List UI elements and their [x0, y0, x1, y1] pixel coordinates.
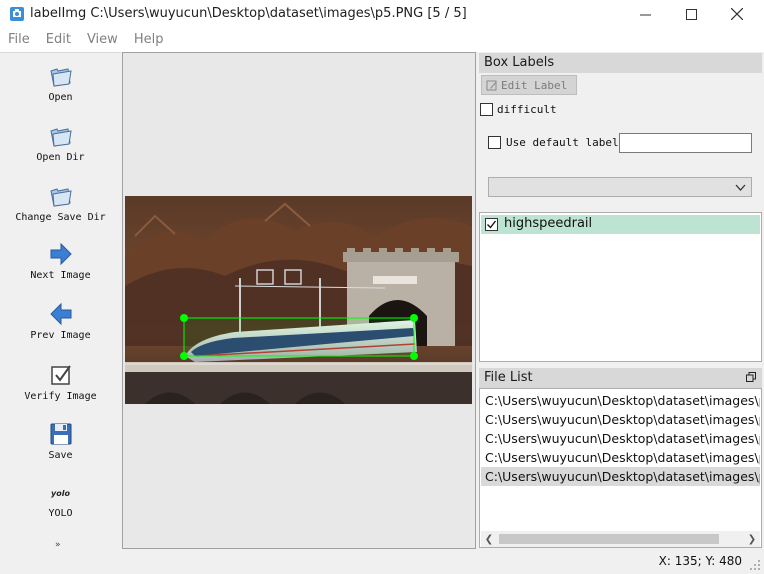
verify-image-label: Verify Image — [24, 391, 97, 402]
annotated-image[interactable] — [125, 196, 472, 404]
file-list-item[interactable]: C:\Users\wuyucun\Desktop\dataset\images\… — [481, 410, 760, 429]
prev-image-button[interactable]: Prev Image — [0, 301, 121, 341]
box-labels-title: Box Labels — [484, 55, 555, 70]
arrow-left-icon — [49, 302, 71, 326]
file-list-title: File List — [484, 370, 533, 385]
folder-open-icon — [49, 188, 72, 207]
menu-edit[interactable]: Edit — [38, 28, 79, 52]
cursor-coordinates: X: 135; Y: 480 — [658, 554, 742, 568]
verify-image-button[interactable]: Verify Image — [0, 362, 121, 402]
image-canvas[interactable] — [122, 52, 476, 549]
scroll-right-icon[interactable]: ❯ — [745, 532, 759, 546]
file-list-item[interactable]: C:\Users\wuyucun\Desktop\dataset\images\… — [481, 391, 760, 410]
label-list[interactable]: highspeedrail — [479, 212, 762, 362]
label-visibility-checkbox[interactable] — [485, 218, 498, 231]
difficult-checkbox[interactable] — [480, 103, 493, 116]
default-label-input[interactable] — [619, 133, 752, 153]
file-list[interactable]: C:\Users\wuyucun\Desktop\dataset\images\… — [479, 388, 762, 548]
yolo-label: YOLO — [48, 508, 73, 519]
open-dir-label: Open Dir — [36, 152, 85, 163]
file-list-item-selected[interactable]: C:\Users\wuyucun\Desktop\dataset\images\… — [481, 467, 760, 486]
labelimg-app-icon — [10, 7, 24, 21]
pencil-icon — [486, 80, 497, 91]
train-photo — [125, 196, 472, 404]
menu-view[interactable]: View — [79, 28, 126, 52]
open-dir-button[interactable]: Open Dir — [0, 123, 121, 163]
label-list-item[interactable]: highspeedrail — [481, 215, 760, 234]
next-image-label: Next Image — [30, 270, 91, 281]
resize-grip-icon[interactable] — [749, 559, 761, 571]
difficult-label: difficult — [497, 103, 557, 116]
open-button[interactable]: Open — [0, 63, 121, 103]
title-bar: labelImg C:\Users\wuyucun\Desktop\datase… — [0, 0, 764, 28]
label-list-item-text: highspeedrail — [504, 216, 593, 231]
arrow-right-icon — [50, 242, 72, 266]
save-label: Save — [48, 450, 73, 461]
open-label: Open — [48, 92, 73, 103]
menu-bar: File Edit View Help — [0, 28, 764, 52]
label-combo-box[interactable] — [488, 177, 752, 197]
checkmark-icon — [487, 220, 497, 229]
maximize-button[interactable] — [668, 0, 714, 28]
maximize-icon — [685, 8, 697, 20]
menu-help[interactable]: Help — [126, 28, 172, 52]
checkbox-icon — [50, 365, 71, 385]
folder-open-icon — [49, 68, 72, 87]
prev-image-label: Prev Image — [30, 330, 91, 341]
left-toolbar: Open Open Dir Change Save Dir Next Image… — [0, 52, 121, 550]
yolo-format-button[interactable]: yolo YOLO — [0, 485, 121, 519]
folder-open-icon — [49, 128, 72, 147]
file-list-item[interactable]: C:\Users\wuyucun\Desktop\dataset\images\… — [481, 429, 760, 448]
use-default-label-label: Use default label — [506, 136, 619, 149]
box-labels-dock-title: Box Labels — [479, 53, 762, 73]
floppy-disk-icon — [50, 423, 71, 445]
close-button[interactable] — [714, 0, 760, 28]
edit-label-text: Edit Label — [501, 78, 568, 92]
change-save-dir-label: Change Save Dir — [15, 212, 106, 223]
chevron-down-icon — [735, 184, 746, 191]
file-list-dock-title: File List — [479, 368, 762, 388]
next-image-button[interactable]: Next Image — [0, 241, 121, 281]
file-list-item[interactable]: C:\Users\wuyucun\Desktop\dataset\images\… — [481, 448, 760, 467]
window-title: labelImg C:\Users\wuyucun\Desktop\datase… — [30, 6, 467, 21]
status-bar: X: 135; Y: 480 — [0, 549, 764, 574]
close-icon — [731, 8, 743, 20]
float-dock-icon[interactable] — [746, 372, 756, 382]
change-save-dir-button[interactable]: Change Save Dir — [0, 183, 121, 223]
minimize-button[interactable] — [622, 0, 668, 28]
save-button[interactable]: Save — [0, 421, 121, 461]
scroll-left-icon[interactable]: ❮ — [482, 532, 496, 546]
menu-file[interactable]: File — [0, 28, 38, 52]
edit-label-button[interactable]: Edit Label — [481, 75, 577, 95]
horizontal-scrollbar[interactable]: ❮ ❯ — [481, 531, 760, 547]
use-default-label-checkbox[interactable] — [488, 136, 501, 149]
scrollbar-thumb[interactable] — [499, 534, 719, 544]
minimize-icon — [639, 14, 651, 15]
yolo-format-icon: yolo — [51, 489, 70, 498]
